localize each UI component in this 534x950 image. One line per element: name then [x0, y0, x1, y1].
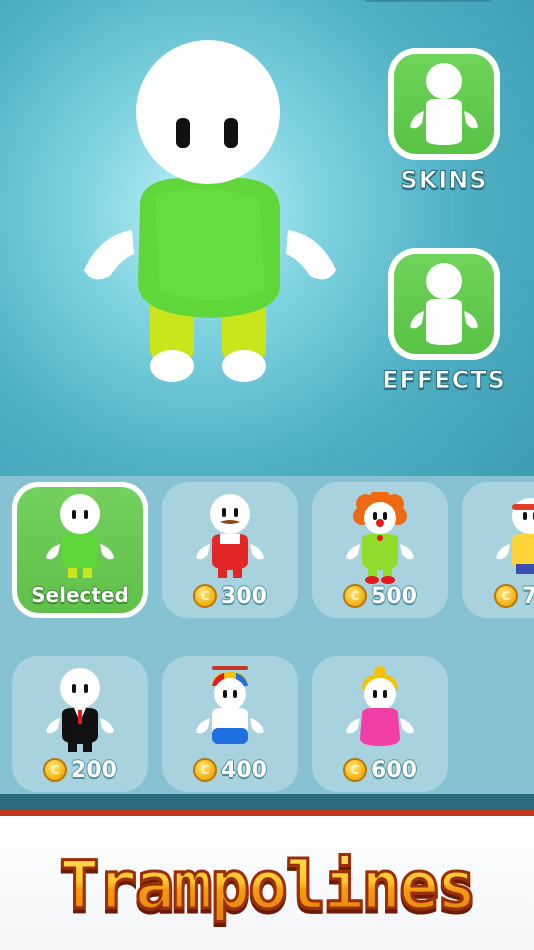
price-value: 7 [522, 583, 534, 609]
effects-label: EFFECTS [382, 366, 506, 395]
skins-silhouette-icon [410, 63, 478, 145]
skin-price: C 7 [462, 582, 534, 610]
skin-price: C 600 [312, 756, 448, 784]
skins-grid: Selected C 300 C 500 C 7 C 200 C 400 C 6… [0, 476, 534, 794]
top-bar-edge [364, 0, 492, 2]
skin-figure-red-overalls [196, 494, 264, 578]
coin-icon: C [193, 584, 218, 608]
effects-button[interactable] [388, 248, 500, 360]
skin-card-selected[interactable]: Selected [12, 482, 148, 618]
game-title: Trampolines [58, 845, 478, 925]
skin-price: C 500 [312, 582, 448, 610]
skin-card-clown[interactable]: C 500 [312, 482, 448, 618]
selected-label: Selected [31, 583, 129, 607]
skin-card-basketball[interactable]: 7 C 7 [462, 482, 534, 618]
price-value: 500 [371, 583, 417, 609]
skin-figure-clown [346, 492, 414, 584]
skin-card-tuxedo[interactable]: C 200 [12, 656, 148, 792]
skin-card-red-overalls[interactable]: C 300 [162, 482, 298, 618]
skin-card-propeller-hat[interactable]: C 400 [162, 656, 298, 792]
price-value: 400 [221, 757, 267, 783]
skin-figure-propeller-hat [196, 666, 264, 744]
character-model [84, 40, 336, 382]
coin-icon: C [343, 758, 368, 782]
skin-price: C 300 [162, 582, 298, 610]
title-banner: Trampolines [0, 816, 534, 950]
price-value: 300 [221, 583, 267, 609]
coin-icon: C [494, 584, 518, 608]
coin-icon: C [343, 584, 368, 608]
skin-price: C 400 [162, 756, 298, 784]
skin-figure-green [46, 494, 114, 578]
price-value: 600 [371, 757, 417, 783]
panel-border [0, 794, 534, 810]
price-value: 200 [71, 757, 117, 783]
skin-figure-tuxedo [46, 668, 114, 752]
skin-card-pink-dress[interactable]: C 600 [312, 656, 448, 792]
skin-figure-pink-dress [346, 666, 414, 746]
skin-figure-basketball: 7 [496, 498, 534, 574]
skins-label: SKINS [400, 166, 488, 195]
skins-button[interactable] [388, 48, 500, 160]
character-preview: SKINS EFFECTS [0, 0, 534, 476]
coin-icon: C [193, 758, 218, 782]
skin-price: C 200 [12, 756, 148, 784]
effects-silhouette-icon [410, 263, 478, 345]
coin-icon: C [43, 758, 68, 782]
